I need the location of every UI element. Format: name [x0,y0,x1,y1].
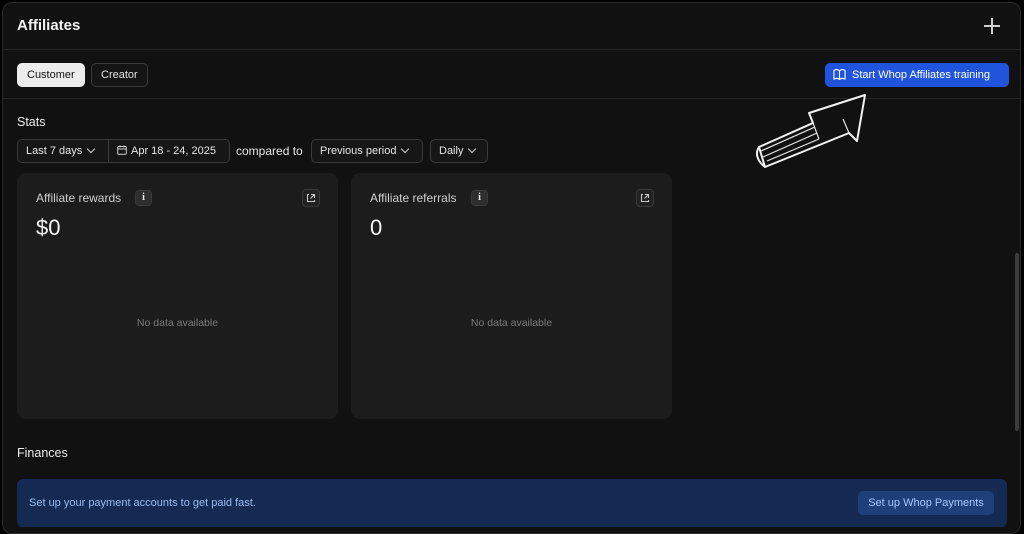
chevron-down-icon [401,144,410,154]
info-icon[interactable]: i [135,190,152,206]
date-range-label: Apr 18 - 24, 2025 [131,145,217,157]
info-icon[interactable]: i [471,190,488,206]
payments-banner: Set up your payment accounts to get paid… [17,479,1007,527]
page-header: Affiliates [3,3,1020,50]
card-label: Affiliate referrals [370,191,457,205]
range-select[interactable]: Last 7 days [17,139,109,163]
setup-payments-button[interactable]: Set up Whop Payments [858,491,994,515]
scrollbar[interactable] [1015,253,1019,431]
affiliates-window: Affiliates Customer Creator Start Whop A… [2,2,1021,534]
tab-customer[interactable]: Customer [17,63,85,87]
page-title: Affiliates [17,17,81,34]
granularity-label: Daily [439,145,464,157]
no-data-message: No data available [470,317,553,329]
card-value: 0 [370,215,383,240]
banner-text: Set up your payment accounts to get paid… [29,497,256,509]
comparison-select[interactable]: Previous period [311,139,423,163]
chevron-down-icon [87,144,96,154]
stats-title: Stats [17,115,46,129]
affiliate-rewards-card: Affiliate rewards i $0 No data available [17,173,338,419]
book-icon [833,69,846,80]
range-label: Last 7 days [26,145,83,157]
no-data-message: No data available [136,317,219,329]
external-link-icon[interactable] [302,189,320,207]
external-link-icon[interactable] [636,189,654,207]
plus-icon[interactable] [983,17,1001,35]
compared-to-label: compared to [236,144,303,158]
granularity-select[interactable]: Daily [430,139,488,163]
start-training-label: Start Whop Affiliates training [852,69,990,81]
calendar-icon [117,145,127,155]
comparison-label: Previous period [320,145,397,157]
chevron-down-icon [468,144,477,154]
card-label: Affiliate rewards [36,191,122,205]
date-range-picker[interactable]: Apr 18 - 24, 2025 [108,139,230,163]
hand-drawn-arrow-icon [756,94,866,168]
finances-title: Finances [17,446,68,460]
start-training-button[interactable]: Start Whop Affiliates training [825,63,1009,87]
tab-creator[interactable]: Creator [91,63,148,87]
card-value: $0 [36,215,61,240]
affiliate-referrals-card: Affiliate referrals i 0 No data availabl… [351,173,672,419]
